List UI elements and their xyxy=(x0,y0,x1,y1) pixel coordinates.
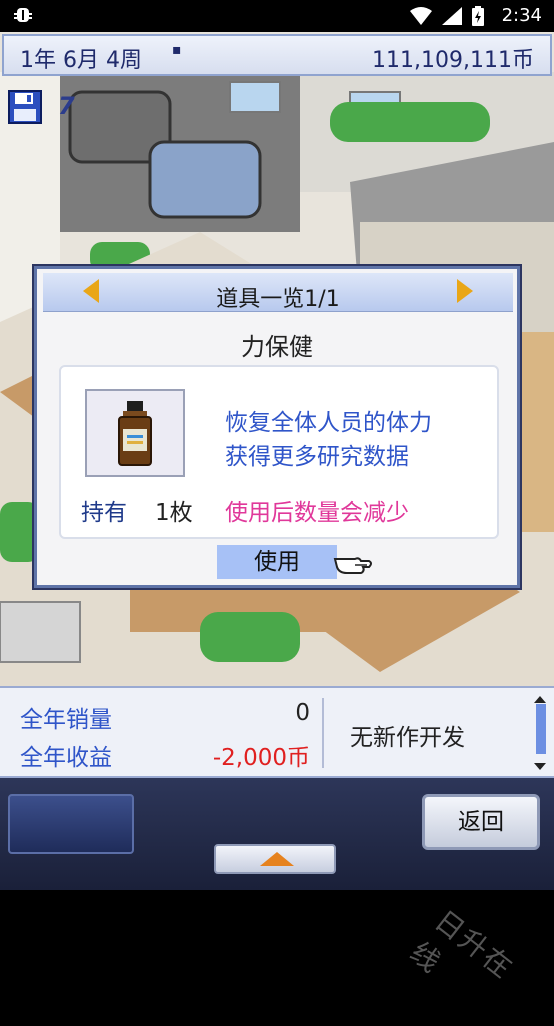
pointing-hand-icon xyxy=(333,547,373,577)
dialog-title-bar: 道具一览1/1 xyxy=(43,273,513,312)
watermark: 日升在线 xyxy=(403,903,520,986)
owned-label: 持有 xyxy=(81,500,127,526)
status-bar: 2:34 xyxy=(0,0,554,32)
use-button[interactable]: 使用 xyxy=(217,545,337,579)
annual-sales-label: 全年销量 xyxy=(20,707,112,733)
usage-warning: 使用后数量会减少 xyxy=(225,500,409,526)
back-button[interactable]: 返回 xyxy=(422,794,540,850)
dialog-title: 道具一览1/1 xyxy=(216,287,340,312)
bottom-controls: 返回 xyxy=(0,778,554,890)
up-arrow-icon xyxy=(260,852,294,866)
annual-profit-value: -2,000币 xyxy=(212,745,310,771)
panel-divider xyxy=(322,698,324,768)
annual-profit-label: 全年收益 xyxy=(20,745,112,771)
menu-button[interactable] xyxy=(8,794,134,854)
next-page-arrow-icon[interactable] xyxy=(457,279,473,303)
item-list-dialog: 道具一览1/1 力保健 持有 1枚 恢复全体人员的体力 获得更多研究数据 使用后… xyxy=(34,266,520,588)
annual-stats-panel: 全年销量 0 全年收益 -2,000币 无新作开发 xyxy=(0,686,554,778)
owned-count: 1枚 xyxy=(155,500,193,526)
bug-icon xyxy=(12,4,34,31)
annual-sales-value: 0 xyxy=(295,700,310,726)
date-indicator-dot: ▪ xyxy=(172,42,182,58)
medicine-bottle-icon xyxy=(85,389,185,477)
news-ticker: 无新作开发 xyxy=(350,725,465,751)
wifi-icon xyxy=(410,7,432,29)
top-info-bar: 1年 6月 4周 ▪ 111,109,111币 xyxy=(2,34,552,76)
game-date: 1年 6月 4周 xyxy=(20,48,142,73)
item-description-line2: 获得更多研究数据 xyxy=(225,444,409,470)
signal-icon xyxy=(442,7,462,29)
news-scroll-thumb[interactable] xyxy=(536,704,546,754)
item-name: 力保健 xyxy=(241,333,313,361)
item-detail-card: 持有 1枚 恢复全体人员的体力 获得更多研究数据 使用后数量会减少 xyxy=(59,365,499,539)
scroll-up-button[interactable] xyxy=(214,844,336,874)
save-slot-number: 7 xyxy=(58,92,75,120)
money-display: 111,109,111币 xyxy=(372,48,534,73)
item-description-line1: 恢复全体人员的体力 xyxy=(225,410,432,436)
battery-icon xyxy=(472,6,484,30)
clock: 2:34 xyxy=(501,5,542,26)
save-icon[interactable] xyxy=(8,90,42,124)
